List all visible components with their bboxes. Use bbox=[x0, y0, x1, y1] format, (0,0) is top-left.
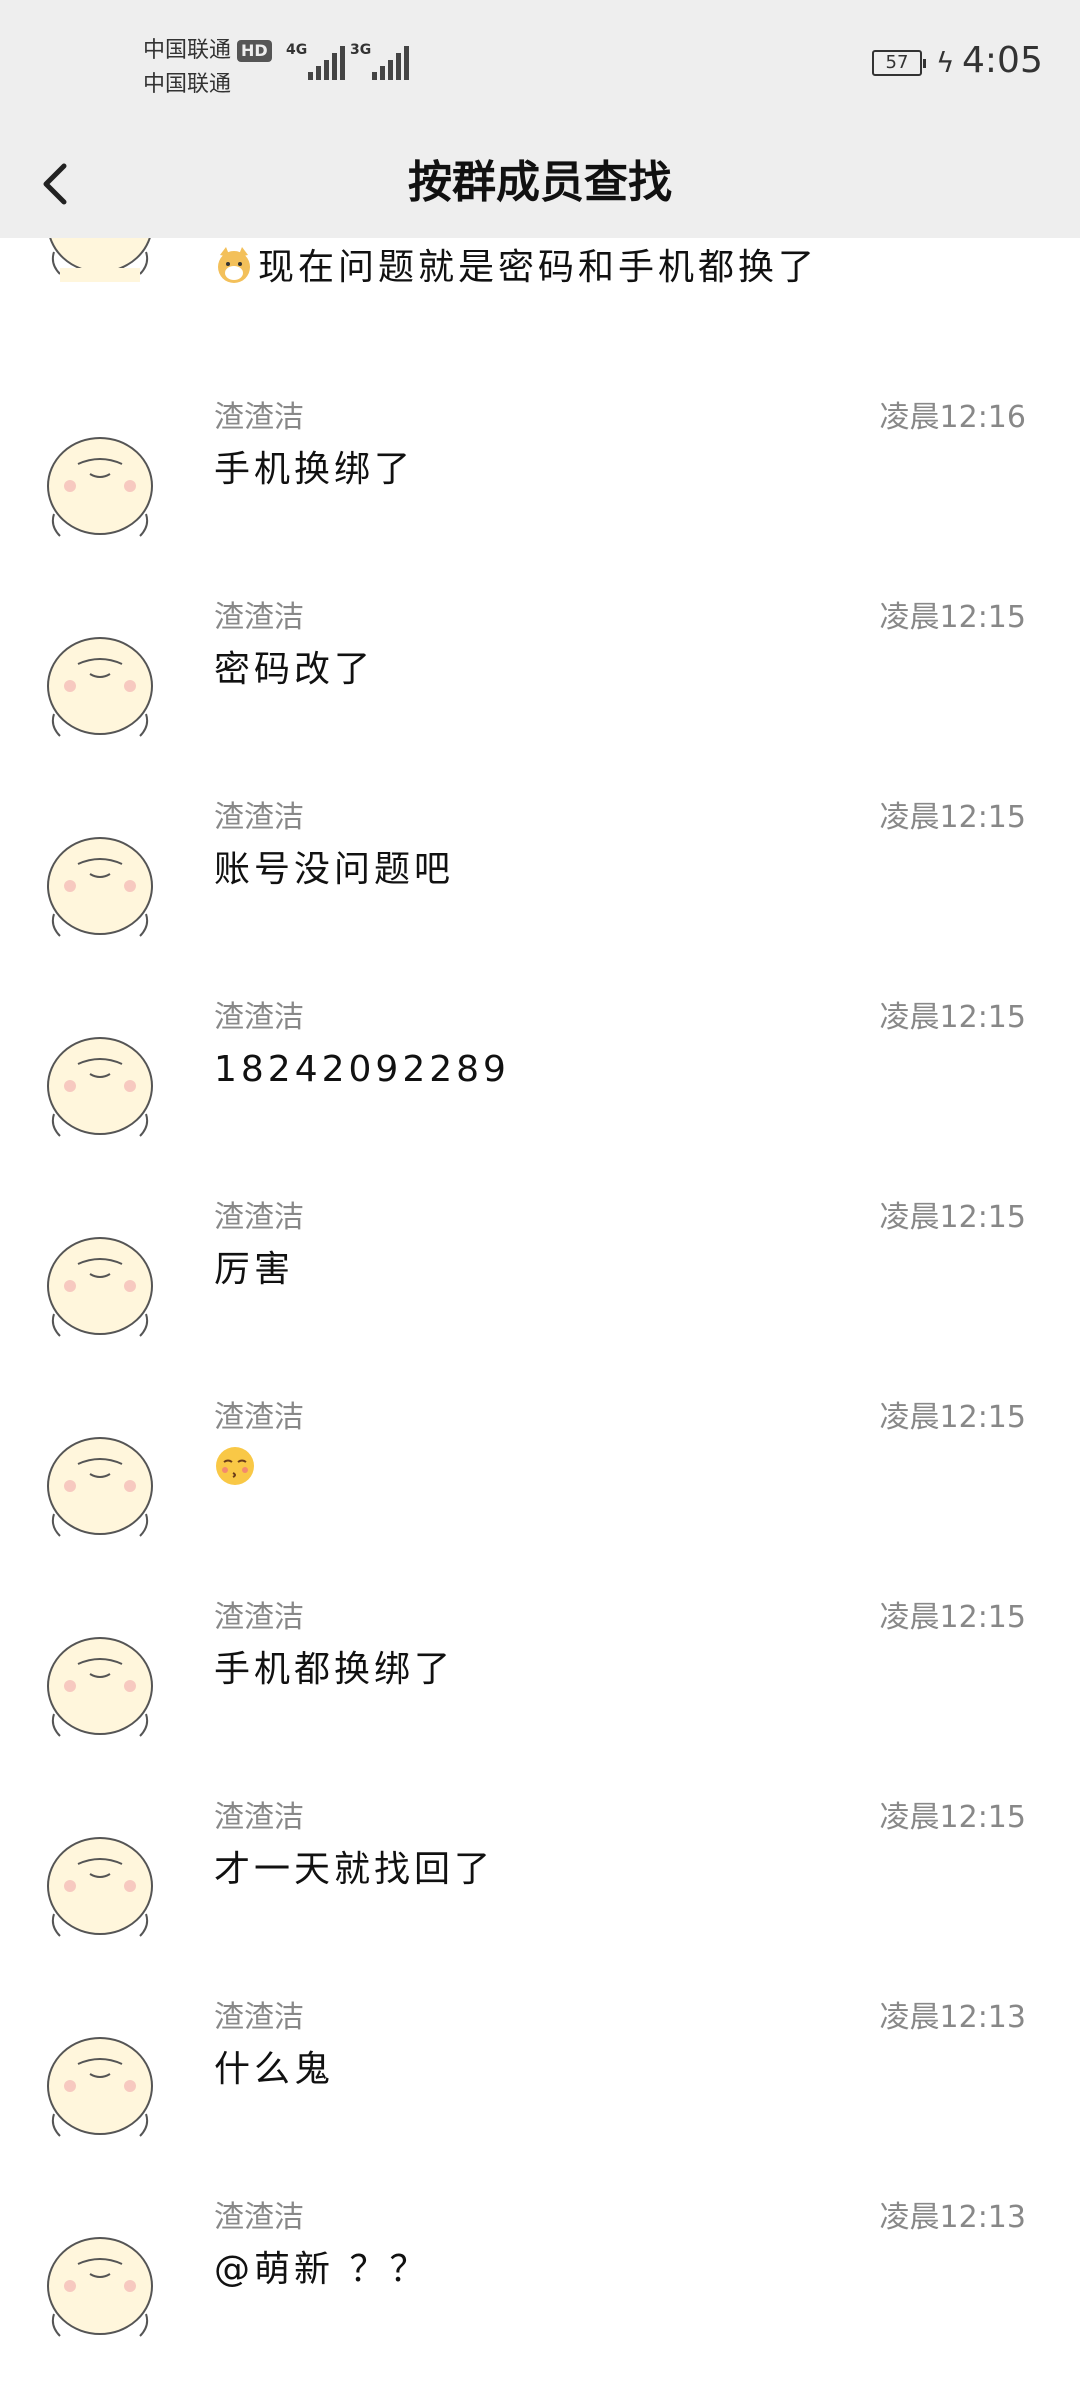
message-time: 凌晨12:15 bbox=[879, 1400, 1026, 1435]
avatar bbox=[47, 2037, 153, 2137]
list-item[interactable]: 渣渣洁 凌晨12:13 什么鬼 bbox=[0, 1996, 1080, 2196]
message-time: 凌晨12:15 bbox=[879, 1800, 1026, 1835]
message-text: 厉害 bbox=[214, 1249, 295, 1290]
avatar bbox=[47, 1037, 153, 1137]
signal-3g-icon: 3G bbox=[350, 42, 409, 80]
sender-name: 渣渣洁 bbox=[214, 1800, 304, 1835]
avatar bbox=[47, 837, 153, 937]
message-time: 凌晨12:15 bbox=[879, 1200, 1026, 1235]
message-text: 账号没问题吧 bbox=[214, 849, 455, 890]
sender-name: 渣渣洁 bbox=[214, 2000, 304, 2035]
list-item[interactable]: 渣渣洁 凌晨12:15 账号没问题吧 bbox=[0, 796, 1080, 996]
carrier-1-label: 中国联通 bbox=[143, 38, 232, 63]
message-text: 密码改了 bbox=[214, 649, 375, 690]
network-4g-label: 4G bbox=[286, 42, 308, 58]
nav-bar: 按群成员查找 bbox=[0, 130, 1080, 238]
message-text: 手机都换绑了 bbox=[214, 1649, 455, 1690]
sender-name: 渣渣洁 bbox=[214, 600, 304, 635]
sender-name: 渣渣洁 bbox=[214, 2200, 304, 2235]
message-text: 才一天就找回了 bbox=[214, 1849, 495, 1890]
message-time: 凌晨12:15 bbox=[879, 800, 1026, 835]
list-item[interactable]: 渣渣洁 凌晨12:13 @萌新 ？？ bbox=[0, 2196, 1080, 2396]
battery-icon: 57 bbox=[872, 50, 926, 76]
list-item[interactable]: 渣渣洁 凌晨12:15 手机都换绑了 bbox=[0, 1596, 1080, 1796]
page-title: 按群成员查找 bbox=[408, 157, 672, 208]
sender-name: 渣渣洁 bbox=[214, 1600, 304, 1635]
status-bar: 中国联通 HD 中国联通 4G 3G 57 ϟ 4:05 bbox=[0, 0, 1080, 130]
list-item[interactable]: 渣渣洁 凌晨12:15 18242092289 bbox=[0, 996, 1080, 1196]
list-item[interactable]: 渣渣洁 凌晨12:15 bbox=[0, 1396, 1080, 1596]
status-clock: 4:05 bbox=[962, 40, 1043, 81]
message-text: 18242092289 bbox=[214, 1049, 510, 1090]
avatar bbox=[47, 437, 153, 537]
message-time: 凌晨12:13 bbox=[879, 2200, 1026, 2235]
sender-name: 渣渣洁 bbox=[214, 400, 304, 435]
carrier-2-label: 中国联通 bbox=[143, 72, 232, 97]
dog-emoji-icon bbox=[218, 247, 250, 283]
message-time: 凌晨12:15 bbox=[879, 1600, 1026, 1635]
avatar bbox=[47, 1637, 153, 1737]
message-time: 凌晨12:16 bbox=[879, 400, 1026, 435]
sender-name: 渣渣洁 bbox=[214, 800, 304, 835]
list-item[interactable]: 渣渣洁 凌晨12:16 手机换绑了 bbox=[0, 396, 1080, 596]
message-list[interactable]: 现在问题就是密码和手机都换了 渣渣洁 凌晨12:16 手机换绑了 渣渣洁 凌晨1… bbox=[0, 238, 1080, 2400]
kissing-face-emoji-icon bbox=[216, 1447, 254, 1485]
message-time: 凌晨12:15 bbox=[879, 1000, 1026, 1035]
message-time: 凌晨12:13 bbox=[879, 2000, 1026, 2035]
carrier-info: 中国联通 HD 中国联通 bbox=[143, 34, 272, 102]
message-text: 手机换绑了 bbox=[214, 449, 415, 490]
message-text-content: 现在问题就是密码和手机都换了 bbox=[258, 247, 819, 288]
list-item[interactable]: 渣渣洁 凌晨12:15 厉害 bbox=[0, 1196, 1080, 1396]
avatar bbox=[47, 1437, 153, 1537]
sender-name: 渣渣洁 bbox=[214, 1400, 304, 1435]
avatar bbox=[47, 1237, 153, 1337]
avatar bbox=[47, 637, 153, 737]
signal-4g-icon: 4G bbox=[286, 42, 345, 80]
avatar bbox=[49, 238, 151, 282]
list-item[interactable]: 现在问题就是密码和手机都换了 bbox=[0, 238, 1080, 394]
list-item[interactable]: 渣渣洁 凌晨12:15 才一天就找回了 bbox=[0, 1796, 1080, 1996]
message-text: 什么鬼 bbox=[214, 2049, 335, 2090]
message-text bbox=[214, 1442, 256, 1498]
network-3g-label: 3G bbox=[350, 42, 372, 58]
sender-name: 渣渣洁 bbox=[214, 1000, 304, 1035]
list-item[interactable]: 渣渣洁 凌晨12:15 密码改了 bbox=[0, 596, 1080, 796]
charging-icon: ϟ bbox=[936, 46, 955, 79]
sender-name: 渣渣洁 bbox=[214, 1200, 304, 1235]
avatar bbox=[47, 2237, 153, 2337]
hd-badge: HD bbox=[237, 40, 272, 62]
avatar bbox=[47, 1837, 153, 1937]
message-time: 凌晨12:15 bbox=[879, 600, 1026, 635]
message-text: @萌新 ？？ bbox=[214, 2249, 430, 2290]
message-text: 现在问题就是密码和手机都换了 bbox=[214, 240, 818, 296]
